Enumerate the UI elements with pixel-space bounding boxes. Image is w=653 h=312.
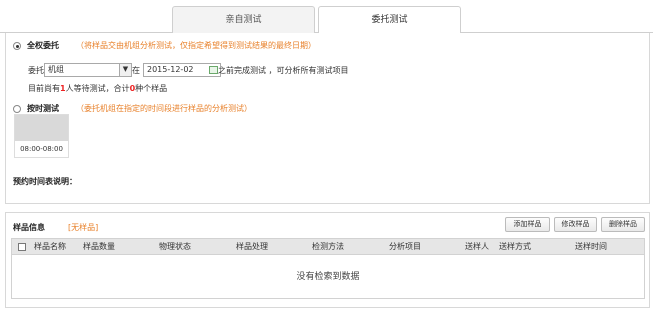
entrust-prefix-label: 委托	[28, 66, 44, 75]
queue-info: 目前尚有1人等待测试，合计0种个样品	[28, 83, 167, 94]
tab-bar: 亲自测试 委托测试	[0, 0, 653, 34]
sample-table-header: 样品名称 样品数量 物理状态 样品处理 检测方法 分析项目 送样人 送样方式 送…	[11, 238, 645, 255]
col-analysis-items[interactable]: 分析项目	[389, 239, 421, 255]
calendar-icon[interactable]	[209, 66, 218, 74]
col-sample-name[interactable]: 样品名称	[34, 239, 66, 255]
queue-prefix: 目前尚有	[28, 84, 60, 93]
queue-suffix: 种个样品	[135, 84, 168, 93]
col-physical-state[interactable]: 物理状态	[159, 239, 191, 255]
time-slot-card[interactable]: 08:00-08:00	[14, 114, 69, 158]
col-delivery-time[interactable]: 送样时间	[575, 239, 607, 255]
chevron-down-icon[interactable]: ▼	[119, 64, 131, 76]
time-slot-label: 08:00-08:00	[20, 145, 63, 153]
timed-test-label: 按时测试	[27, 104, 59, 113]
delete-sample-button[interactable]: 删除样品	[601, 217, 645, 232]
schedule-note-label: 预约时间表说明：	[13, 177, 77, 186]
entrust-options-panel: 全权委托 （将样品交由机组分析测试，仅指定希望得到测试结果的最终日期） 委托 机…	[5, 33, 650, 204]
col-sample-quantity[interactable]: 样品数量	[83, 239, 115, 255]
entrust-unit-value: 机组	[48, 65, 64, 74]
after-date-text: 之前完成测试 ，可分析所有测试项目	[218, 66, 349, 75]
empty-state-text: 没有检索到数据	[296, 272, 360, 282]
col-sender[interactable]: 送样人	[465, 239, 489, 255]
add-sample-button[interactable]: 添加样品	[505, 217, 550, 232]
entrust-unit-select[interactable]: 机组 ▼	[44, 63, 132, 77]
full-entrust-note: （将样品交由机组分析测试，仅指定希望得到测试结果的最终日期）	[76, 41, 316, 50]
sample-table-body: 没有检索到数据	[11, 255, 645, 299]
sample-info-title: 样品信息	[13, 223, 45, 232]
tab-self-test[interactable]: 亲自测试	[172, 6, 315, 34]
tab-entrust-test[interactable]: 委托测试	[318, 6, 461, 34]
deadline-date-value: 2015-12-02	[147, 65, 194, 74]
at-label: 在	[132, 66, 140, 75]
sample-info-panel: 样品信息 [无样品] 添加样品 修改样品 删除样品 样品名称 样品数量 物理状态…	[5, 212, 650, 308]
sample-status-badge: [无样品]	[68, 223, 99, 232]
col-test-method[interactable]: 检测方法	[312, 239, 344, 255]
timed-test-note: （委托机组在指定的时间段进行样品的分析测试）	[76, 104, 252, 113]
queue-mid: 人等待测试，合计	[65, 84, 130, 93]
col-sample-processing[interactable]: 样品处理	[236, 239, 268, 255]
full-entrust-radio[interactable]	[13, 42, 21, 50]
timed-test-radio[interactable]	[13, 105, 21, 113]
select-all-checkbox[interactable]	[18, 243, 26, 251]
col-delivery-method[interactable]: 送样方式	[499, 239, 531, 255]
edit-sample-button[interactable]: 修改样品	[554, 217, 597, 232]
time-slot-bar	[15, 115, 68, 141]
deadline-date-input[interactable]: 2015-12-02	[143, 63, 221, 77]
full-entrust-label: 全权委托	[27, 41, 59, 50]
